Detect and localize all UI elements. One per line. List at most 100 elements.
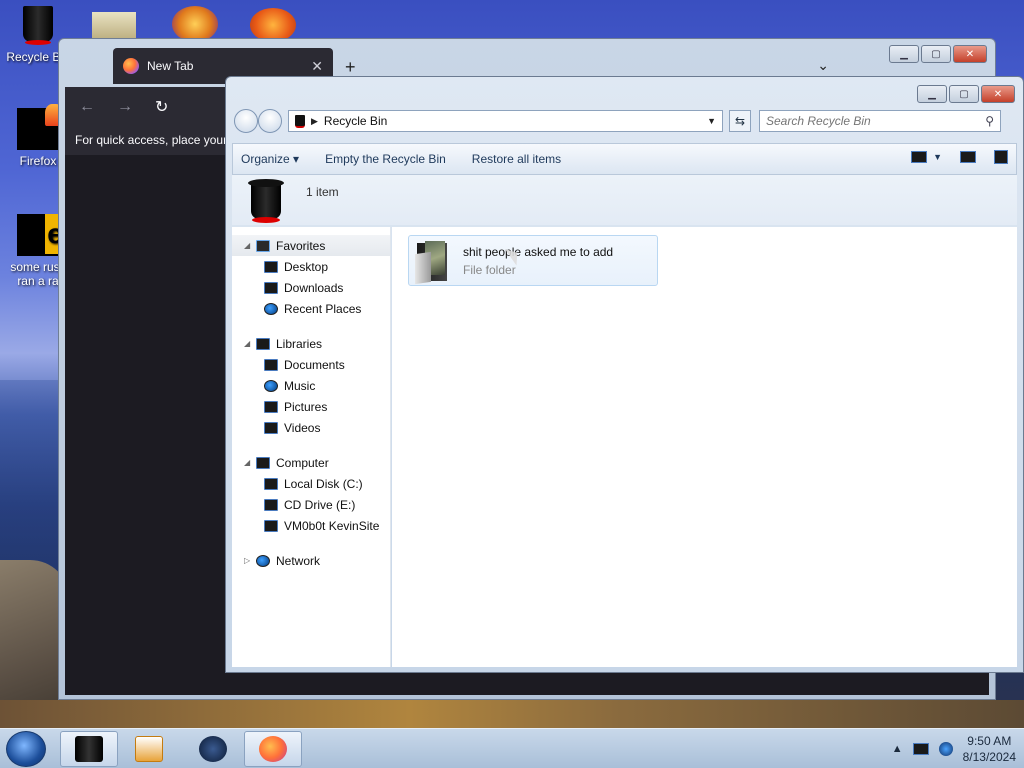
clock-date: 8/13/2024	[962, 750, 1016, 764]
empty-recycle-bin-button[interactable]: Empty the Recycle Bin	[325, 152, 446, 166]
hard-drive-icon	[264, 477, 278, 490]
star-icon	[256, 239, 270, 252]
music-icon	[264, 379, 278, 392]
nav-label: Network	[276, 553, 321, 568]
taskbar: ▲ 9:50 AM 8/13/2024	[0, 728, 1024, 768]
search-box[interactable]: ⚲	[759, 110, 1001, 132]
nav-network[interactable]: ▷ Network	[232, 550, 390, 571]
computer-icon	[256, 456, 270, 469]
file-item-folder[interactable]: shit people asked me to add File folder	[408, 235, 658, 286]
back-button[interactable]: ←	[79, 98, 95, 116]
file-name: shit people asked me to add	[463, 244, 614, 259]
refresh-button[interactable]: ⇆	[729, 110, 751, 132]
maximize-button[interactable]: ▢	[921, 45, 951, 63]
libraries-icon	[256, 337, 270, 350]
chevron-right-icon[interactable]: ▶	[311, 116, 318, 127]
nav-label: VM0b0t KevinSite	[284, 518, 380, 533]
nav-item-local-disk[interactable]: Local Disk (C:)	[232, 473, 390, 494]
nav-item-desktop[interactable]: Desktop	[232, 256, 390, 277]
collapse-icon[interactable]: ◢	[244, 339, 254, 348]
nav-label: Local Disk (C:)	[284, 476, 363, 491]
file-type: File folder	[463, 262, 516, 277]
desktop-app-icon[interactable]	[172, 6, 218, 42]
nav-item-cd-drive[interactable]: CD Drive (E:)	[232, 494, 390, 515]
nav-item-network-drive[interactable]: VM0b0t KevinSite	[232, 515, 390, 536]
nav-item-recent-places[interactable]: Recent Places	[232, 298, 390, 319]
taskbar-app-globe[interactable]	[184, 731, 242, 767]
search-input[interactable]	[766, 114, 986, 128]
organize-label: Organize	[241, 152, 290, 166]
close-button[interactable]: ✕	[953, 45, 987, 63]
back-button[interactable]	[234, 109, 258, 133]
forward-button[interactable]: →	[117, 98, 133, 116]
collapse-icon[interactable]: ◢	[244, 458, 254, 467]
minimize-button[interactable]: ▁	[917, 85, 947, 103]
nav-favorites[interactable]: ◢ Favorites	[232, 235, 390, 256]
recent-places-icon	[264, 302, 278, 315]
preview-pane-icon[interactable]	[960, 151, 976, 163]
desktop-firefox-shortcut-icon[interactable]	[250, 8, 296, 42]
network-icon	[256, 554, 270, 567]
recycle-bin-icon	[75, 736, 103, 762]
nav-label: Pictures	[284, 399, 328, 414]
tab-close-icon[interactable]: ✕	[311, 58, 323, 75]
view-icon	[911, 151, 928, 163]
help-icon[interactable]	[994, 150, 1008, 164]
nav-item-documents[interactable]: Documents	[232, 354, 390, 375]
change-view-button[interactable]: ▼	[911, 151, 942, 163]
taskbar-explorer[interactable]	[60, 731, 118, 767]
new-tab-button[interactable]: +	[345, 57, 356, 78]
start-button[interactable]	[6, 731, 46, 767]
expand-icon[interactable]: ▷	[244, 556, 254, 565]
nav-label: Desktop	[284, 259, 329, 274]
nav-item-pictures[interactable]: Pictures	[232, 396, 390, 417]
document-icon: e	[17, 214, 65, 256]
list-all-tabs-button[interactable]: ⌄	[817, 57, 829, 74]
firefox-icon	[17, 104, 63, 150]
network-drive-icon	[264, 519, 278, 532]
minimize-button[interactable]: ▁	[889, 45, 919, 63]
close-button[interactable]: ✕	[981, 85, 1015, 103]
nav-label: Computer	[276, 455, 329, 470]
address-bar[interactable]: ▶ Recycle Bin ▼	[288, 110, 723, 132]
desktop-icon	[264, 260, 278, 273]
documents-icon	[264, 358, 278, 371]
nav-computer[interactable]: ◢ Computer	[232, 452, 390, 473]
pictures-icon	[264, 400, 278, 413]
recycle-bin-icon	[17, 4, 59, 46]
wallpaper-shore	[0, 700, 1024, 728]
reload-button[interactable]: ↻	[155, 97, 168, 117]
volume-icon[interactable]	[938, 742, 953, 756]
nav-label: Recent Places	[284, 301, 362, 316]
show-hidden-icons-button[interactable]: ▲	[892, 743, 903, 755]
chevron-down-icon[interactable]: ▼	[707, 116, 716, 126]
nav-item-videos[interactable]: Videos	[232, 417, 390, 438]
clock[interactable]: 9:50 AM 8/13/2024	[963, 733, 1016, 765]
details-header: 1 item	[232, 175, 1017, 225]
taskbar-firefox[interactable]	[244, 731, 302, 767]
nav-label: Documents	[284, 357, 345, 372]
downloads-icon	[264, 281, 278, 294]
nav-libraries[interactable]: ◢ Libraries	[232, 333, 390, 354]
clock-time: 9:50 AM	[967, 734, 1012, 748]
nav-item-music[interactable]: Music	[232, 375, 390, 396]
browser-window-controls: ▁ ▢ ✕	[889, 45, 987, 63]
nav-label: CD Drive (E:)	[284, 497, 356, 512]
system-tray: ▲ 9:50 AM 8/13/2024	[892, 733, 1016, 765]
file-list: shit people asked me to add File folder	[392, 227, 1017, 667]
organize-button[interactable]: Organize ▾	[241, 152, 299, 166]
forward-button[interactable]	[258, 109, 282, 133]
restore-all-button[interactable]: Restore all items	[472, 152, 561, 166]
search-icon: ⚲	[985, 114, 994, 128]
collapse-icon[interactable]: ◢	[244, 241, 254, 250]
nav-item-downloads[interactable]: Downloads	[232, 277, 390, 298]
command-bar: Organize ▾ Empty the Recycle Bin Restore…	[232, 143, 1017, 175]
explorer-window: ▁ ▢ ✕ ▶ Recycle Bin ▼ ⇆ ⚲ Organize ▾ Emp…	[225, 76, 1024, 673]
cd-drive-icon	[264, 498, 278, 511]
maximize-button[interactable]: ▢	[949, 85, 979, 103]
nav-label: Videos	[284, 420, 321, 435]
network-status-icon[interactable]	[912, 743, 929, 755]
breadcrumb[interactable]: Recycle Bin	[324, 114, 701, 128]
taskbar-media-player[interactable]	[120, 731, 178, 767]
nav-label: Libraries	[276, 336, 323, 351]
